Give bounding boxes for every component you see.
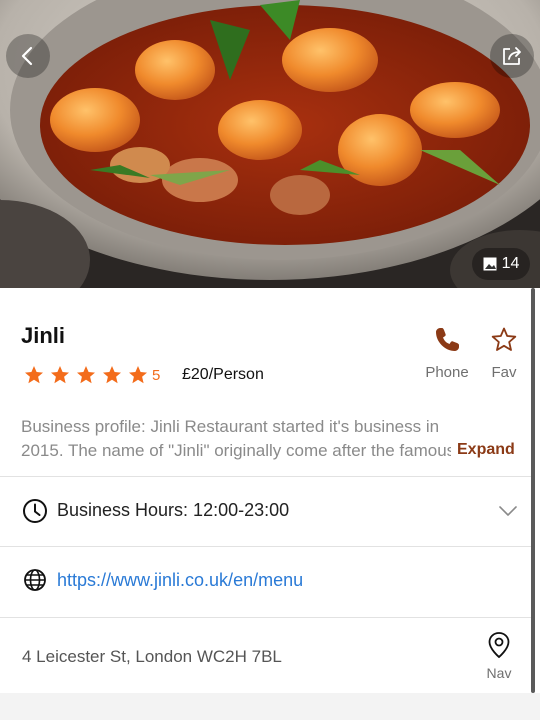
website-link[interactable]: https://www.jinli.co.uk/en/menu: [57, 570, 303, 591]
chevron-left-icon: [21, 46, 33, 66]
description-line: 2015. The name of "Jinli" originally com…: [21, 441, 451, 460]
divider: [0, 476, 531, 477]
phone-icon: [436, 328, 459, 351]
business-hours: Business Hours: 12:00-23:00: [57, 500, 290, 520]
divider: [0, 546, 531, 547]
star-icon: [25, 366, 43, 384]
back-button[interactable]: [6, 34, 50, 78]
navigate-button[interactable]: Nav: [484, 631, 514, 681]
clock-icon: [23, 499, 47, 523]
photo-count: 14: [501, 255, 520, 272]
share-button[interactable]: [490, 34, 534, 78]
description-line: Business profile: Jinli Restaurant start…: [21, 417, 440, 436]
food-photo: [0, 0, 540, 288]
business-description: Business profile: Jinli Restaurant start…: [21, 415, 501, 463]
globe-icon: [24, 569, 46, 591]
location-pin-icon: [488, 632, 510, 659]
expand-button[interactable]: Expand: [457, 441, 515, 459]
divider: [0, 617, 531, 618]
hero-photo[interactable]: 14: [0, 0, 540, 288]
star-icon: [129, 366, 147, 384]
restaurant-name: Jinli: [21, 323, 66, 348]
section-separator: [0, 693, 540, 720]
star-icon: [77, 366, 95, 384]
phone-button[interactable]: Phone: [424, 326, 470, 381]
photo-count-badge[interactable]: 14: [472, 248, 530, 280]
star-outline-icon: [491, 327, 517, 351]
star-icon: [51, 366, 69, 384]
price-per-person: £20/Person: [182, 366, 264, 383]
favorite-button[interactable]: Fav: [484, 326, 524, 381]
share-icon: [503, 47, 521, 65]
star-rating: 5: [24, 365, 160, 385]
image-icon: [483, 257, 497, 271]
phone-label: Phone: [425, 364, 469, 381]
chevron-down-icon[interactable]: [498, 503, 518, 519]
nav-label: Nav: [486, 665, 512, 681]
address: 4 Leicester St, London WC2H 7BL: [22, 647, 282, 666]
scrollbar[interactable]: [531, 288, 535, 693]
star-icon: [103, 366, 121, 384]
fav-label: Fav: [491, 364, 517, 381]
rating-score: 5: [152, 366, 161, 384]
